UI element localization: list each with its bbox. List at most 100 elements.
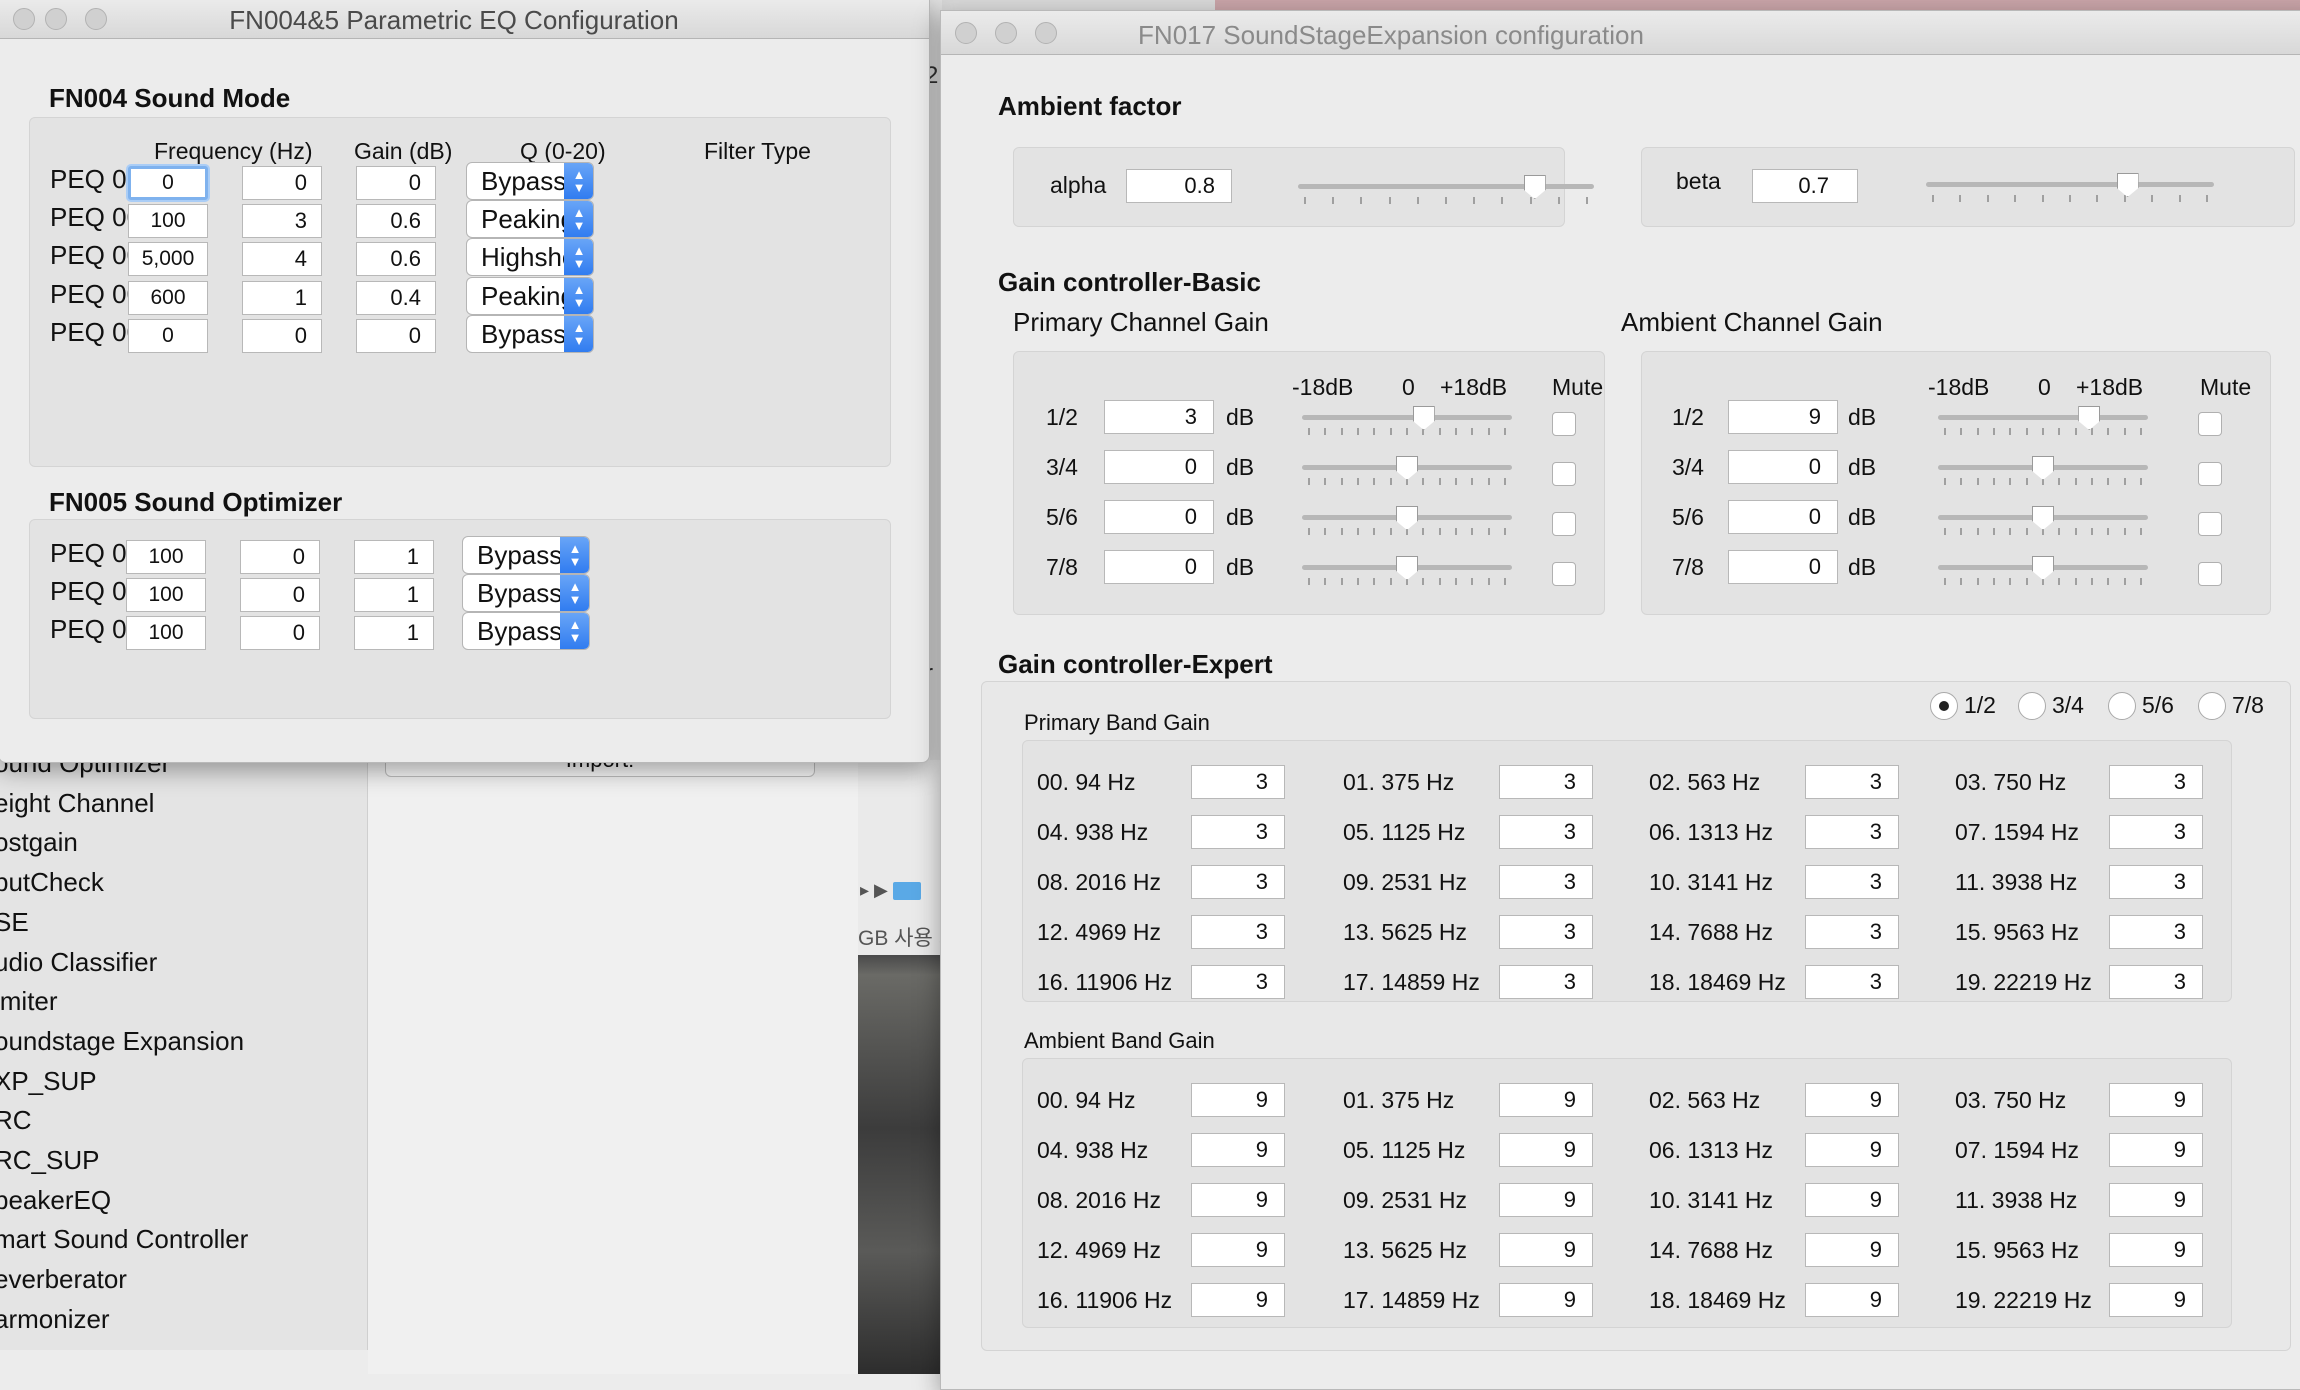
band-gain-input[interactable]: 9 [2109, 1283, 2203, 1317]
channel-gain-input[interactable]: 3 [1104, 400, 1214, 434]
band-gain-input[interactable]: 3 [2109, 765, 2203, 799]
frequency-input[interactable]: 600 [128, 280, 208, 315]
band-gain-input[interactable]: 3 [1499, 815, 1593, 849]
band-gain-input[interactable]: 3 [2109, 965, 2203, 999]
gain-input[interactable]: 1 [242, 280, 322, 315]
channel-gain-input[interactable]: 9 [1728, 400, 1838, 434]
band-gain-input[interactable]: 3 [1805, 915, 1899, 949]
band-gain-input[interactable]: 9 [1805, 1283, 1899, 1317]
channel-gain-slider[interactable] [1938, 556, 2148, 586]
band-gain-input[interactable]: 9 [1805, 1233, 1899, 1267]
band-gain-input[interactable]: 9 [1499, 1283, 1593, 1317]
module-list-item[interactable]: ostgain [0, 827, 78, 858]
slider-knob[interactable] [2116, 173, 2139, 197]
channel-gain-slider[interactable] [1938, 456, 2148, 486]
module-list-item[interactable]: armonizer [0, 1304, 110, 1335]
band-gain-input[interactable]: 3 [1499, 915, 1593, 949]
band-gain-input[interactable]: 3 [1191, 765, 1285, 799]
slider-knob[interactable] [1523, 175, 1546, 199]
band-gain-input[interactable]: 9 [1805, 1183, 1899, 1217]
filter-type-select[interactable]: Peaking ▲ ▼ [466, 200, 594, 239]
mute-checkbox[interactable] [1552, 412, 1576, 436]
frequency-input[interactable]: 100 [126, 540, 206, 574]
q-input[interactable]: 0 [356, 318, 436, 353]
mute-checkbox[interactable] [2198, 562, 2222, 586]
band-gain-input[interactable]: 3 [1805, 765, 1899, 799]
q-input[interactable]: 0.6 [356, 242, 436, 277]
mute-checkbox[interactable] [1552, 512, 1576, 536]
mute-checkbox[interactable] [2198, 412, 2222, 436]
filter-type-select[interactable]: Bypass ▲ ▼ [462, 574, 590, 612]
gain-input[interactable]: 0 [240, 578, 320, 612]
filter-type-select[interactable]: Highshelf ▲ ▼ [466, 238, 594, 277]
slider-knob[interactable] [2078, 406, 2101, 430]
channel-gain-slider[interactable] [1938, 406, 2148, 436]
channel-radio[interactable] [2018, 692, 2046, 720]
module-list-item[interactable]: SE [0, 907, 29, 938]
channel-gain-input[interactable]: 0 [1728, 450, 1838, 484]
frequency-input[interactable]: 0 [128, 318, 208, 353]
module-list-item[interactable]: everberator [0, 1264, 127, 1295]
band-gain-input[interactable]: 3 [1499, 765, 1593, 799]
gain-input[interactable]: 3 [242, 204, 322, 239]
channel-gain-slider[interactable] [1302, 456, 1512, 486]
alpha-input[interactable]: 0.8 [1126, 169, 1232, 203]
frequency-input[interactable]: 0 [128, 166, 208, 200]
q-input[interactable]: 1 [354, 540, 434, 574]
module-list-item[interactable]: beakerEQ [0, 1185, 111, 1216]
frequency-input[interactable]: 5,000 [128, 242, 208, 277]
filter-type-select[interactable]: Bypass ▲ ▼ [462, 612, 590, 650]
band-gain-input[interactable]: 3 [1805, 865, 1899, 899]
slider-knob[interactable] [1412, 406, 1435, 430]
band-gain-input[interactable]: 9 [1191, 1083, 1285, 1117]
module-list-item[interactable]: oundstage Expansion [0, 1026, 244, 1057]
filter-type-select[interactable]: Bypass ▲ ▼ [466, 162, 594, 200]
slider-knob[interactable] [2032, 556, 2054, 580]
band-gain-input[interactable]: 3 [2109, 815, 2203, 849]
gain-input[interactable]: 4 [242, 242, 322, 277]
gain-input[interactable]: 0 [242, 166, 322, 200]
mute-checkbox[interactable] [1552, 562, 1576, 586]
module-list-item[interactable]: mart Sound Controller [0, 1224, 248, 1255]
band-gain-input[interactable]: 3 [1805, 965, 1899, 999]
mute-checkbox[interactable] [2198, 462, 2222, 486]
slider-knob[interactable] [2032, 506, 2054, 530]
channel-radio[interactable] [1930, 692, 1958, 720]
module-list-item[interactable]: putCheck [0, 867, 104, 898]
band-gain-input[interactable]: 9 [1499, 1133, 1593, 1167]
channel-gain-slider[interactable] [1302, 406, 1512, 436]
q-input[interactable]: 1 [354, 578, 434, 612]
band-gain-input[interactable]: 9 [1191, 1133, 1285, 1167]
filter-type-select[interactable]: Bypass ▲ ▼ [466, 314, 594, 353]
channel-gain-input[interactable]: 0 [1104, 550, 1214, 584]
module-list-item[interactable]: RC_SUP [0, 1145, 99, 1176]
band-gain-input[interactable]: 3 [1191, 915, 1285, 949]
channel-gain-input[interactable]: 0 [1104, 450, 1214, 484]
band-gain-input[interactable]: 9 [1805, 1133, 1899, 1167]
channel-gain-slider[interactable] [1302, 556, 1512, 586]
q-input[interactable]: 0 [356, 166, 436, 200]
slider-knob[interactable] [1396, 456, 1418, 480]
band-gain-input[interactable]: 9 [2109, 1183, 2203, 1217]
module-list-item[interactable]: eight Channel [0, 788, 154, 819]
channel-radio[interactable] [2108, 692, 2136, 720]
band-gain-input[interactable]: 9 [2109, 1083, 2203, 1117]
beta-input[interactable]: 0.7 [1752, 169, 1858, 203]
module-list-item[interactable]: XP_SUP [0, 1066, 97, 1097]
band-gain-input[interactable]: 9 [1805, 1083, 1899, 1117]
alpha-slider[interactable] [1298, 175, 1594, 205]
slider-knob[interactable] [1396, 506, 1418, 530]
gain-input[interactable]: 0 [242, 318, 322, 353]
channel-gain-input[interactable]: 0 [1728, 550, 1838, 584]
band-gain-input[interactable]: 9 [1499, 1083, 1593, 1117]
channel-radio[interactable] [2198, 692, 2226, 720]
gain-input[interactable]: 0 [240, 540, 320, 574]
band-gain-input[interactable]: 3 [2109, 865, 2203, 899]
channel-gain-input[interactable]: 0 [1104, 500, 1214, 534]
band-gain-input[interactable]: 9 [1191, 1283, 1285, 1317]
module-list-item[interactable]: imiter [0, 986, 58, 1017]
band-gain-input[interactable]: 9 [1499, 1183, 1593, 1217]
q-input[interactable]: 1 [354, 616, 434, 650]
frequency-input[interactable]: 100 [126, 616, 206, 650]
q-input[interactable]: 0.6 [356, 204, 436, 239]
